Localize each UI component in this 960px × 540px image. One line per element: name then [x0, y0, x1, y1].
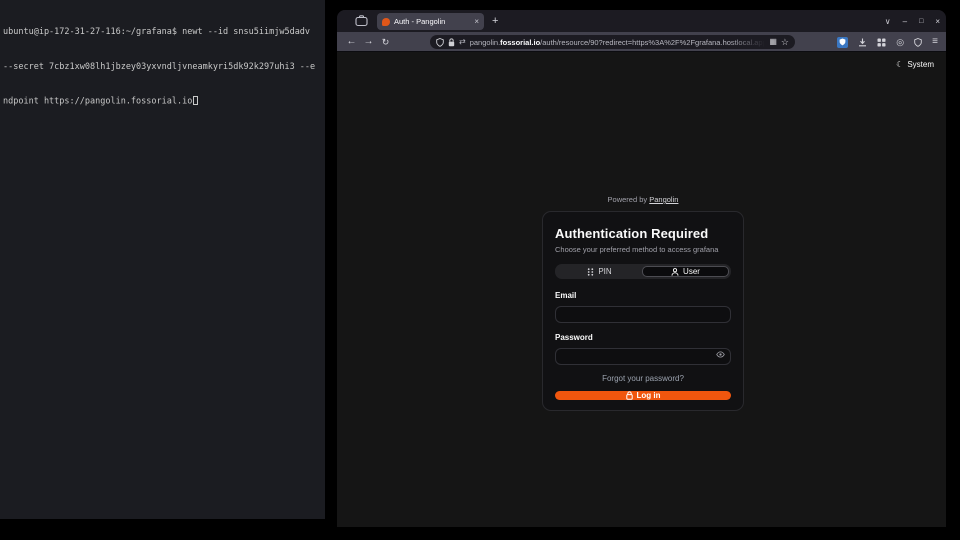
terminal-cursor: [193, 96, 198, 105]
card-title: Authentication Required: [555, 226, 731, 241]
login-button[interactable]: Log in: [555, 391, 731, 400]
keypad-icon: [587, 268, 594, 276]
list-tabs-chevron-icon[interactable]: ∨: [885, 17, 891, 26]
window-close-button[interactable]: ×: [935, 17, 940, 26]
user-icon: [671, 268, 679, 276]
permissions-swap-icon[interactable]: ⇄: [459, 37, 466, 47]
containers-grid-icon[interactable]: ▦: [769, 37, 777, 47]
theme-toggle[interactable]: ☾ System: [896, 60, 934, 69]
lock-icon[interactable]: [448, 38, 455, 47]
password-field[interactable]: [555, 348, 731, 365]
firefox-view-icon[interactable]: [355, 15, 368, 27]
card-subtitle: Choose your preferred method to access g…: [555, 245, 731, 254]
forward-button[interactable]: →: [360, 37, 377, 47]
shield-extension-icon[interactable]: [914, 38, 922, 47]
url-bar[interactable]: ⇄ pangolin.fossorial.io/auth/resource/90…: [430, 35, 795, 49]
pangolin-favicon-icon: [382, 18, 390, 26]
email-label: Email: [555, 291, 731, 300]
page-content: ☾ System Powered by Pangolin Authenticat…: [337, 52, 946, 526]
tab-auth-pangolin[interactable]: Auth - Pangolin ×: [377, 13, 484, 30]
ublock-extension-icon[interactable]: [837, 37, 848, 48]
window-maximize-button[interactable]: □: [919, 18, 923, 25]
url-text: pangolin.fossorial.io/auth/resource/90?r…: [470, 38, 766, 47]
tab-close-icon[interactable]: ×: [474, 18, 479, 26]
tab-user[interactable]: User: [642, 266, 729, 277]
tab-title: Auth - Pangolin: [394, 17, 470, 26]
pangolin-link[interactable]: Pangolin: [649, 195, 678, 204]
account-circle-icon[interactable]: ◎: [896, 37, 904, 47]
browser-toolbar: ← → ↻ ⇄ pangolin.fossorial.io/auth/resou…: [337, 32, 946, 52]
bookmark-star-icon[interactable]: ☆: [781, 37, 789, 47]
terminal-line: --secret 7cbz1xw08lh1jbzey03yxvndljvneam…: [3, 62, 322, 74]
terminal-window[interactable]: ubuntu@ip-172-31-27-116:~/grafana$ newt …: [0, 0, 325, 519]
downloads-icon[interactable]: [858, 38, 867, 47]
forgot-password-link[interactable]: Forgot your password?: [555, 374, 731, 383]
theme-label: System: [907, 60, 934, 69]
password-label: Password: [555, 333, 731, 342]
tab-pin[interactable]: PIN: [557, 266, 642, 277]
auth-card: Authentication Required Choose your pref…: [542, 211, 744, 411]
window-minimize-button[interactable]: –: [903, 17, 907, 26]
show-password-eye-icon[interactable]: [716, 350, 725, 359]
email-field[interactable]: [555, 306, 731, 323]
terminal-line: ndpoint https://pangolin.fossorial.io: [3, 96, 322, 108]
powered-by: Powered by Pangolin: [542, 195, 744, 204]
extensions-icon[interactable]: [877, 38, 886, 47]
moon-icon: ☾: [896, 60, 903, 69]
back-button[interactable]: ←: [343, 37, 360, 47]
menu-hamburger-icon[interactable]: ≡: [932, 37, 938, 47]
browser-tab-bar: Auth - Pangolin × + ∨ – □ ×: [337, 10, 946, 32]
browser-window: Auth - Pangolin × + ∨ – □ × ← → ↻ ⇄ pang…: [337, 10, 946, 527]
new-tab-button[interactable]: +: [492, 14, 498, 28]
login-lock-icon: [626, 391, 633, 400]
auth-method-tabs: PIN User: [555, 264, 731, 279]
reload-button[interactable]: ↻: [377, 37, 394, 47]
terminal-line: ubuntu@ip-172-31-27-116:~/grafana$ newt …: [3, 27, 322, 39]
tracking-shield-icon[interactable]: [436, 38, 444, 47]
